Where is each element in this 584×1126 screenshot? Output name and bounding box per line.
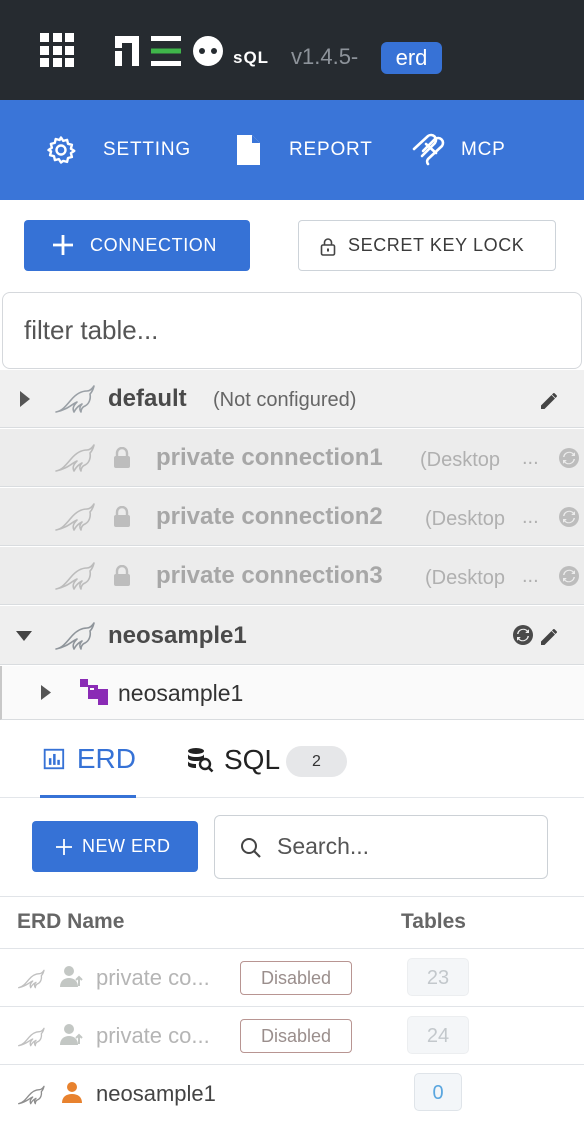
tree-row-private-connection[interactable]: private connection2 (Desktop ... [0, 488, 584, 546]
lock-icon [114, 506, 130, 527]
erd-name: private co... [96, 965, 210, 990]
erd-table-header: ERD Name Tables [0, 896, 584, 949]
nav-mcp[interactable]: MCP [411, 100, 521, 200]
table-count-badge: 24 [407, 1016, 469, 1054]
sync-icon[interactable] [558, 447, 580, 469]
table-count-badge: 0 [414, 1073, 462, 1111]
erd-name: private co... [96, 1023, 210, 1048]
connection-status: (Not configured) [213, 389, 357, 411]
disabled-badge: Disabled [240, 961, 352, 995]
column-tables[interactable]: Tables [401, 910, 466, 934]
connection-name: private connection1 [156, 444, 383, 471]
app-version: v1.4.5- [291, 44, 359, 69]
mariadb-icon [55, 622, 95, 650]
tree-row-private-connection[interactable]: private connection1 (Desktop ... [0, 429, 584, 487]
version-badge: erd [381, 42, 442, 74]
mariadb-icon [17, 1085, 45, 1105]
bar-chart-icon [43, 748, 65, 769]
sql-count-badge: 2 [286, 746, 347, 777]
gear-icon [47, 136, 76, 164]
nav-report-label: REPORT [289, 139, 373, 160]
mariadb-icon [55, 562, 95, 590]
mcp-icon [412, 133, 445, 166]
schema-icon [80, 679, 108, 705]
tree-row-default[interactable]: default (Not configured) [0, 370, 584, 428]
tab-erd[interactable]: ERD [40, 722, 136, 798]
connection-name: default [108, 385, 187, 412]
document-icon [237, 135, 260, 165]
tree-row-private-connection[interactable]: private connection3 (Desktop ... [0, 547, 584, 605]
sync-icon[interactable] [512, 624, 534, 646]
top-bar: sQL v1.4.5- erd [0, 0, 584, 100]
connection-location: (Desktop [425, 567, 506, 589]
main-nav: SETTING REPORT MCP [0, 100, 584, 200]
tab-erd-label: ERD [76, 742, 136, 774]
nav-setting[interactable]: SETTING [46, 100, 196, 200]
mariadb-icon [55, 385, 95, 413]
edit-icon[interactable] [539, 625, 561, 647]
connection-ellipsis: ... [522, 565, 539, 587]
secret-key-lock-label: SECRET KEY LOCK [348, 235, 525, 255]
database-search-icon [188, 748, 214, 773]
tree-row-schema[interactable]: neosample1 [0, 666, 584, 720]
table-row[interactable]: private co... Disabled 24 [0, 1007, 584, 1065]
caret-down-icon[interactable] [16, 631, 32, 641]
filter-table-field [2, 292, 582, 369]
schema-name: neosample1 [118, 680, 244, 706]
table-row[interactable]: private co... Disabled 23 [0, 949, 584, 1007]
tree-row-neosample1[interactable]: neosample1 [0, 606, 584, 665]
mariadb-icon [55, 503, 95, 531]
lock-icon [114, 447, 130, 468]
shared-user-icon [60, 1024, 83, 1045]
erd-search-input[interactable] [277, 833, 537, 860]
edit-icon[interactable] [539, 389, 561, 411]
erd-name: neosample1 [96, 1081, 216, 1106]
shared-user-icon [60, 966, 83, 987]
sync-icon[interactable] [558, 506, 580, 528]
sync-icon[interactable] [558, 565, 580, 587]
connection-ellipsis: ... [522, 506, 539, 528]
tab-sql[interactable]: SQL [186, 722, 280, 798]
user-icon [62, 1082, 82, 1103]
erd-search-field [214, 815, 548, 879]
caret-right-icon[interactable] [41, 685, 51, 700]
mariadb-icon [55, 444, 95, 472]
mariadb-icon [17, 969, 45, 989]
add-connection-label: CONNECTION [90, 235, 217, 255]
nav-report[interactable]: REPORT [235, 100, 375, 200]
table-count-badge: 23 [407, 958, 469, 996]
secret-key-lock-button[interactable]: SECRET KEY LOCK [298, 220, 556, 271]
filter-table-input[interactable] [24, 315, 544, 346]
column-erd-name[interactable]: ERD Name [17, 910, 124, 934]
search-icon [241, 838, 261, 858]
disabled-badge: Disabled [240, 1019, 352, 1053]
tab-sql-label: SQL [224, 744, 281, 775]
neo-logo [115, 36, 223, 66]
connection-name: private connection3 [156, 562, 383, 589]
nav-mcp-label: MCP [461, 139, 506, 160]
caret-right-icon[interactable] [20, 391, 30, 407]
mariadb-icon [17, 1027, 45, 1047]
connection-ellipsis: ... [522, 447, 539, 469]
new-erd-label: NEW ERD [82, 836, 171, 856]
plus-icon [53, 235, 73, 255]
connection-location: (Desktop [420, 449, 501, 471]
lock-icon [320, 238, 336, 256]
nav-setting-label: SETTING [103, 139, 191, 160]
connection-location: (Desktop [425, 508, 506, 530]
apps-grid-icon[interactable] [40, 33, 74, 67]
add-connection-button[interactable]: CONNECTION [24, 220, 250, 271]
connection-name: neosample1 [108, 622, 247, 649]
lock-icon [114, 565, 130, 586]
table-row[interactable]: neosample1 0 [0, 1065, 584, 1123]
plus-icon [56, 839, 72, 855]
new-erd-button[interactable]: NEW ERD [32, 821, 198, 872]
logo-sql-label: sQL [233, 48, 270, 67]
connection-name: private connection2 [156, 503, 383, 530]
